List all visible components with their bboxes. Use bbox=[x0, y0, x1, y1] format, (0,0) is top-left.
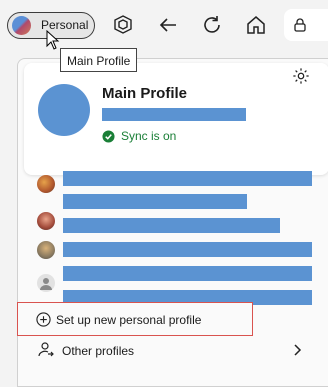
mouse-cursor-icon bbox=[46, 30, 60, 50]
switch-profiles-icon bbox=[38, 342, 54, 357]
redacted-profile-name bbox=[63, 171, 312, 186]
browser-toolbar: Personal bbox=[0, 0, 328, 52]
profile-avatar bbox=[37, 274, 55, 292]
other-profiles-label: Other profiles bbox=[62, 344, 135, 358]
address-bar[interactable] bbox=[284, 9, 328, 41]
person-icon bbox=[40, 278, 52, 290]
main-profile-avatar bbox=[38, 84, 90, 136]
settings-gear-icon[interactable] bbox=[292, 67, 310, 85]
set-up-new-profile-label: Set up new personal profile bbox=[56, 313, 202, 327]
collections-icon[interactable] bbox=[111, 13, 135, 37]
chevron-right-icon bbox=[294, 344, 302, 356]
check-circle-icon bbox=[102, 129, 115, 143]
home-icon[interactable] bbox=[244, 13, 268, 37]
profile-avatar bbox=[37, 241, 55, 259]
profile-tooltip: Main Profile bbox=[60, 48, 138, 72]
back-icon[interactable] bbox=[156, 13, 180, 37]
redacted-profile-name bbox=[63, 242, 312, 257]
redacted-profile-name bbox=[63, 218, 280, 233]
refresh-icon[interactable] bbox=[200, 13, 224, 37]
redacted-profile-email bbox=[63, 194, 247, 209]
redacted-email bbox=[102, 108, 246, 121]
sync-status: Sync is on bbox=[102, 128, 176, 144]
add-circle-icon bbox=[36, 312, 51, 327]
main-profile-name: Main Profile bbox=[102, 85, 188, 102]
sync-status-text: Sync is on bbox=[121, 129, 177, 143]
profile-avatar bbox=[12, 16, 31, 35]
lock-icon bbox=[294, 18, 306, 32]
redacted-profile-name bbox=[63, 266, 312, 281]
profile-avatar bbox=[37, 175, 55, 193]
profile-avatar bbox=[37, 212, 55, 230]
